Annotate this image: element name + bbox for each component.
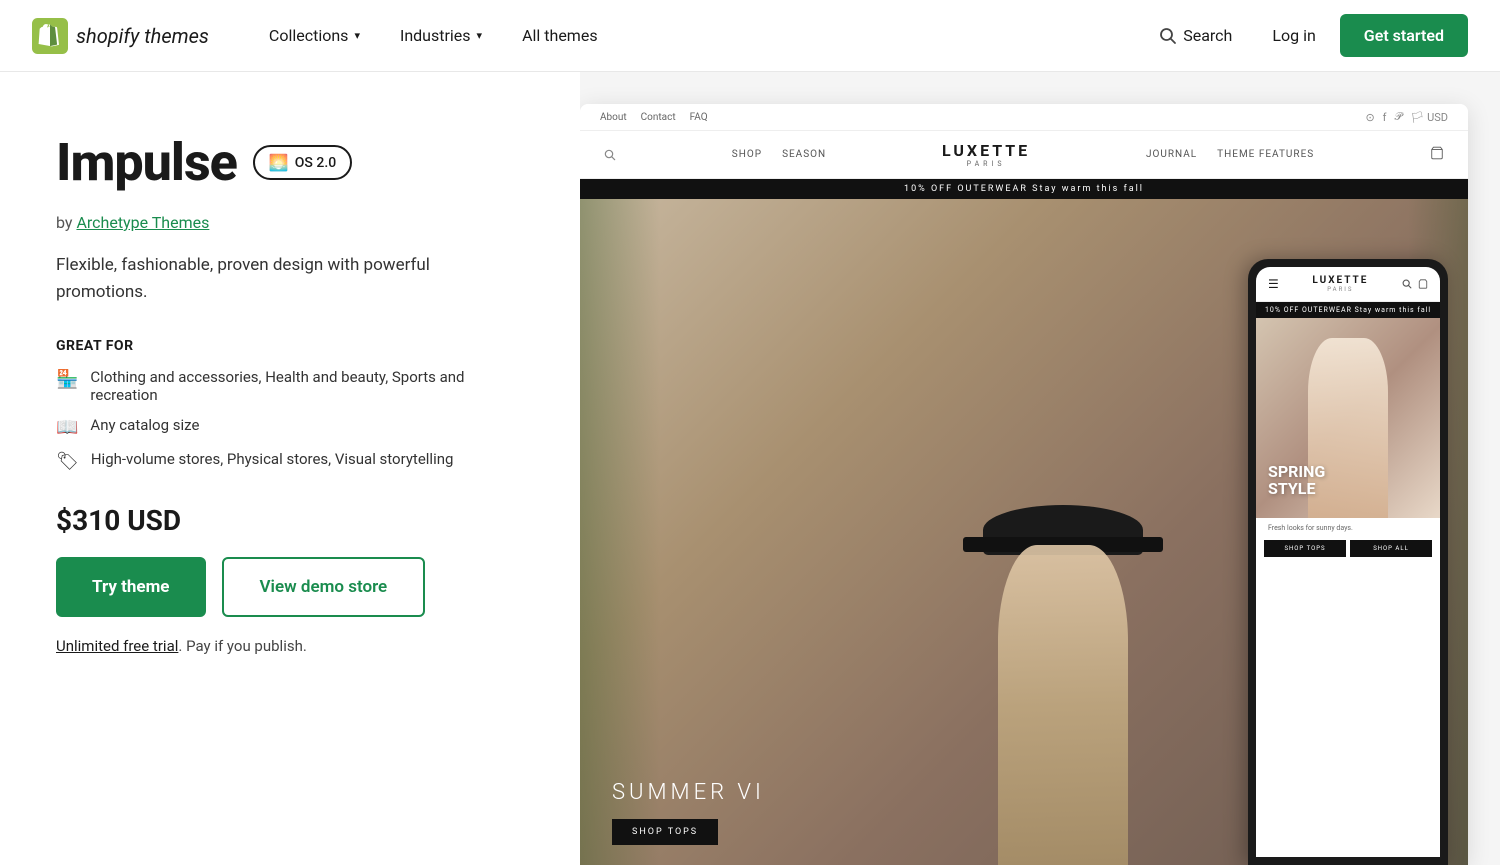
model-body bbox=[998, 545, 1128, 865]
preview-nav-links: SHOP SEASON bbox=[732, 149, 826, 160]
all-themes-nav-link[interactable]: All themes bbox=[502, 0, 618, 72]
nav-right: Search Log in Get started bbox=[1143, 14, 1468, 57]
collections-chevron-icon: ▾ bbox=[354, 29, 360, 42]
foliage-left bbox=[580, 199, 660, 865]
trial-info: Unlimited free trial. Pay if you publish… bbox=[56, 637, 524, 655]
stores-icon: 🏷 bbox=[56, 451, 79, 472]
pinterest-icon: 𝒫 bbox=[1394, 110, 1402, 124]
facebook-icon: f bbox=[1383, 111, 1387, 124]
preview-search-icon bbox=[604, 149, 616, 161]
industries-nav-link[interactable]: Industries ▾ bbox=[380, 0, 502, 72]
preview-social-icons: ⊙ f 𝒫 🏳 USD bbox=[1365, 110, 1448, 124]
preview-search-area bbox=[604, 149, 616, 161]
feature-item-catalog: 📖 Any catalog size bbox=[56, 416, 524, 438]
preview-hero: SUMMER VI SHOP TOPS ☰ LUXETTE PARIS bbox=[580, 199, 1468, 865]
try-theme-button[interactable]: Try theme bbox=[56, 557, 206, 617]
instagram-icon: ⊙ bbox=[1365, 111, 1374, 124]
view-demo-button[interactable]: View demo store bbox=[222, 557, 426, 617]
collections-nav-link[interactable]: Collections ▾ bbox=[249, 0, 380, 72]
mobile-preview-inner: ☰ LUXETTE PARIS bbox=[1256, 267, 1440, 857]
theme-info-panel: Impulse 🌅 OS 2.0 by Archetype Themes Fle… bbox=[0, 72, 580, 865]
mobile-preview-device: ☰ LUXETTE PARIS bbox=[1248, 259, 1448, 865]
mobile-logo: LUXETTE PARIS bbox=[1279, 275, 1402, 293]
feature-list: 🏪 Clothing and accessories, Health and b… bbox=[56, 368, 524, 472]
hero-model-figure bbox=[953, 505, 1173, 865]
search-icon bbox=[1159, 27, 1177, 45]
theme-description: Flexible, fashionable, proven design wit… bbox=[56, 252, 524, 306]
action-buttons: Try theme View demo store bbox=[56, 557, 524, 617]
feature-item-clothing: 🏪 Clothing and accessories, Health and b… bbox=[56, 368, 524, 404]
mobile-shop-all-btn: SHOP ALL bbox=[1350, 540, 1432, 557]
os-badge: 🌅 OS 2.0 bbox=[253, 145, 352, 180]
preview-hero-bg: SUMMER VI SHOP TOPS ☰ LUXETTE PARIS bbox=[580, 199, 1468, 865]
preview-topbar: About Contact FAQ ⊙ f 𝒫 🏳 USD bbox=[580, 104, 1468, 131]
navbar: shopify themes Collections ▾ Industries … bbox=[0, 0, 1500, 72]
mobile-banner: 10% OFF OUTERWEAR Stay warm this fall bbox=[1256, 302, 1440, 318]
nav-links: Collections ▾ Industries ▾ All themes bbox=[249, 0, 618, 72]
mobile-action-icons bbox=[1402, 279, 1428, 289]
mobile-search-icon bbox=[1402, 279, 1412, 289]
preview-panel: About Contact FAQ ⊙ f 𝒫 🏳 USD bbox=[580, 72, 1500, 865]
mobile-hamburger-icon: ☰ bbox=[1268, 277, 1279, 291]
mobile-bottom-buttons: SHOP TOPS SHOP ALL bbox=[1256, 536, 1440, 561]
mobile-cart-icon bbox=[1418, 279, 1428, 289]
preview-nav-links-right: JOURNAL THEME FEATURES bbox=[1146, 149, 1314, 160]
main-content: Impulse 🌅 OS 2.0 by Archetype Themes Fle… bbox=[0, 72, 1500, 865]
theme-author: by Archetype Themes bbox=[56, 213, 524, 232]
mobile-nav-bar: ☰ LUXETTE PARIS bbox=[1256, 267, 1440, 302]
mobile-sub-text: Fresh looks for sunny days. bbox=[1256, 518, 1440, 536]
theme-title-row: Impulse 🌅 OS 2.0 bbox=[56, 132, 524, 193]
theme-price: $310 USD bbox=[56, 504, 524, 537]
preview-banner: 10% OFF OUTERWEAR Stay warm this fall bbox=[580, 179, 1468, 199]
unlimited-trial-link[interactable]: Unlimited free trial bbox=[56, 637, 178, 655]
catalog-icon: 📖 bbox=[56, 417, 78, 438]
brand-name: shopify themes bbox=[76, 24, 209, 48]
preview-store-logo: LUXETTE PARIS bbox=[942, 141, 1030, 168]
shopify-logo-icon bbox=[32, 18, 68, 54]
logo-link[interactable]: shopify themes bbox=[32, 18, 209, 54]
author-link[interactable]: Archetype Themes bbox=[76, 213, 209, 232]
feature-item-stores: 🏷 High-volume stores, Physical stores, V… bbox=[56, 450, 524, 472]
theme-title: Impulse bbox=[56, 132, 237, 193]
preview-store-nav: SHOP SEASON LUXETTE PARIS JOURNAL THEME … bbox=[580, 131, 1468, 179]
great-for-label: GREAT FOR bbox=[56, 338, 524, 354]
search-button[interactable]: Search bbox=[1143, 18, 1248, 53]
hero-text-overlay: SUMMER VI bbox=[612, 780, 765, 805]
mobile-shop-tops-btn: SHOP TOPS bbox=[1264, 540, 1346, 557]
industries-chevron-icon: ▾ bbox=[477, 29, 483, 42]
preview-top-links: About Contact FAQ bbox=[600, 112, 708, 123]
preview-mockup: About Contact FAQ ⊙ f 𝒫 🏳 USD bbox=[580, 104, 1468, 865]
mobile-hero-image: SPRINGSTYLE bbox=[1256, 318, 1440, 518]
shop-tops-overlay-btn: SHOP TOPS bbox=[612, 819, 718, 845]
mobile-spring-text: SPRINGSTYLE bbox=[1268, 463, 1325, 498]
get-started-button[interactable]: Get started bbox=[1340, 14, 1468, 57]
os-badge-icon: 🌅 bbox=[269, 153, 289, 172]
login-button[interactable]: Log in bbox=[1256, 18, 1331, 53]
preview-cart-icon bbox=[1430, 145, 1444, 164]
clothing-icon: 🏪 bbox=[56, 369, 78, 390]
